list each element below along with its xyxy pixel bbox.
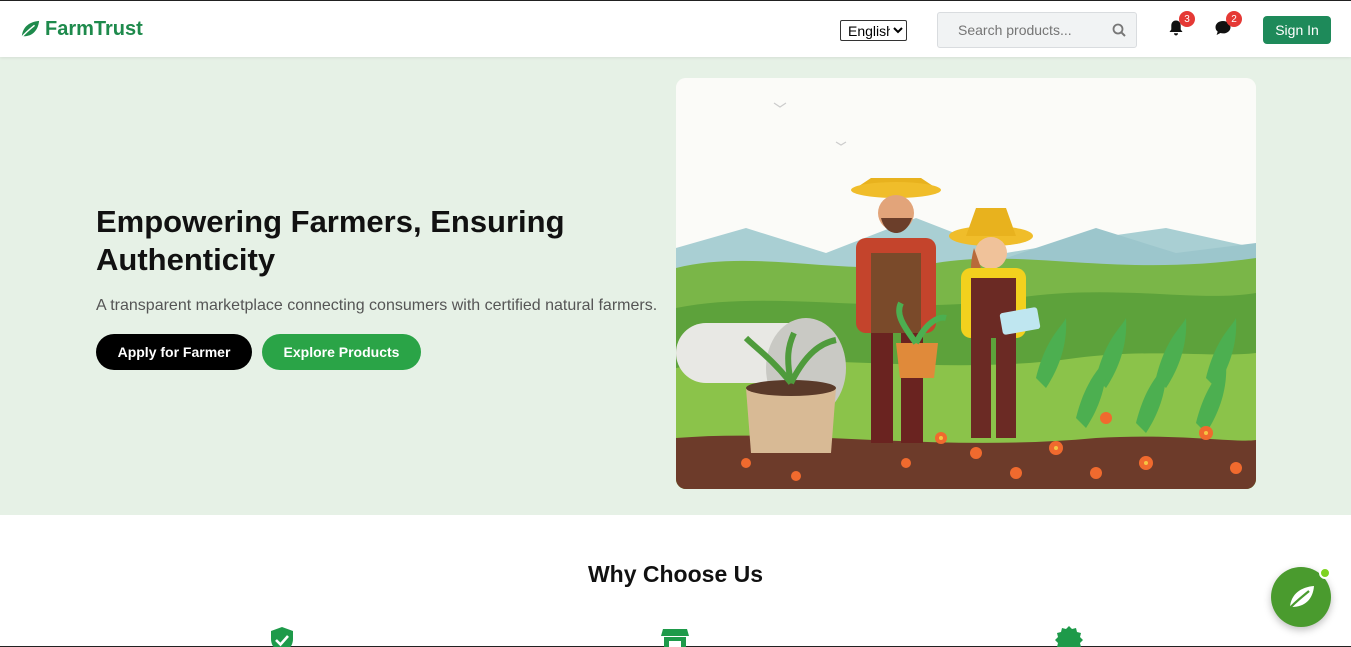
farmers-field-illustration xyxy=(676,78,1256,489)
online-status-dot xyxy=(1319,567,1331,579)
shield-check-icon xyxy=(267,625,297,647)
notifications-button[interactable]: 3 xyxy=(1165,11,1195,39)
search-icon[interactable] xyxy=(1112,23,1126,37)
notification-count-badge: 3 xyxy=(1179,11,1195,27)
apply-for-farmer-button[interactable]: Apply for Farmer xyxy=(96,334,252,370)
brand-name: FarmTrust xyxy=(45,17,143,40)
message-count-badge: 2 xyxy=(1226,11,1242,27)
hero-illustration xyxy=(676,78,1256,489)
leaf-icon xyxy=(20,20,40,39)
hero-title: Empowering Farmers, Ensuring Authenticit… xyxy=(96,204,565,277)
brand-logo[interactable]: FarmTrust xyxy=(19,17,143,41)
language-select[interactable]: English xyxy=(840,20,907,41)
badge-seal-icon xyxy=(1054,625,1084,647)
top-navbar: FarmTrust English 3 2 Sign In xyxy=(0,1,1351,57)
search-input[interactable] xyxy=(958,22,1118,38)
market-stall-icon xyxy=(660,625,690,647)
leaf-icon xyxy=(1287,586,1314,611)
sign-in-button[interactable]: Sign In xyxy=(1263,16,1331,44)
explore-products-button[interactable]: Explore Products xyxy=(262,334,421,370)
hero-section: Empowering Farmers, Ensuring Authenticit… xyxy=(0,57,1351,515)
hero-subtitle: A transparent marketplace connecting con… xyxy=(96,297,658,314)
why-choose-us-heading: Why Choose Us xyxy=(587,561,764,587)
search-bar xyxy=(937,12,1137,48)
messages-button[interactable]: 2 xyxy=(1212,11,1242,39)
